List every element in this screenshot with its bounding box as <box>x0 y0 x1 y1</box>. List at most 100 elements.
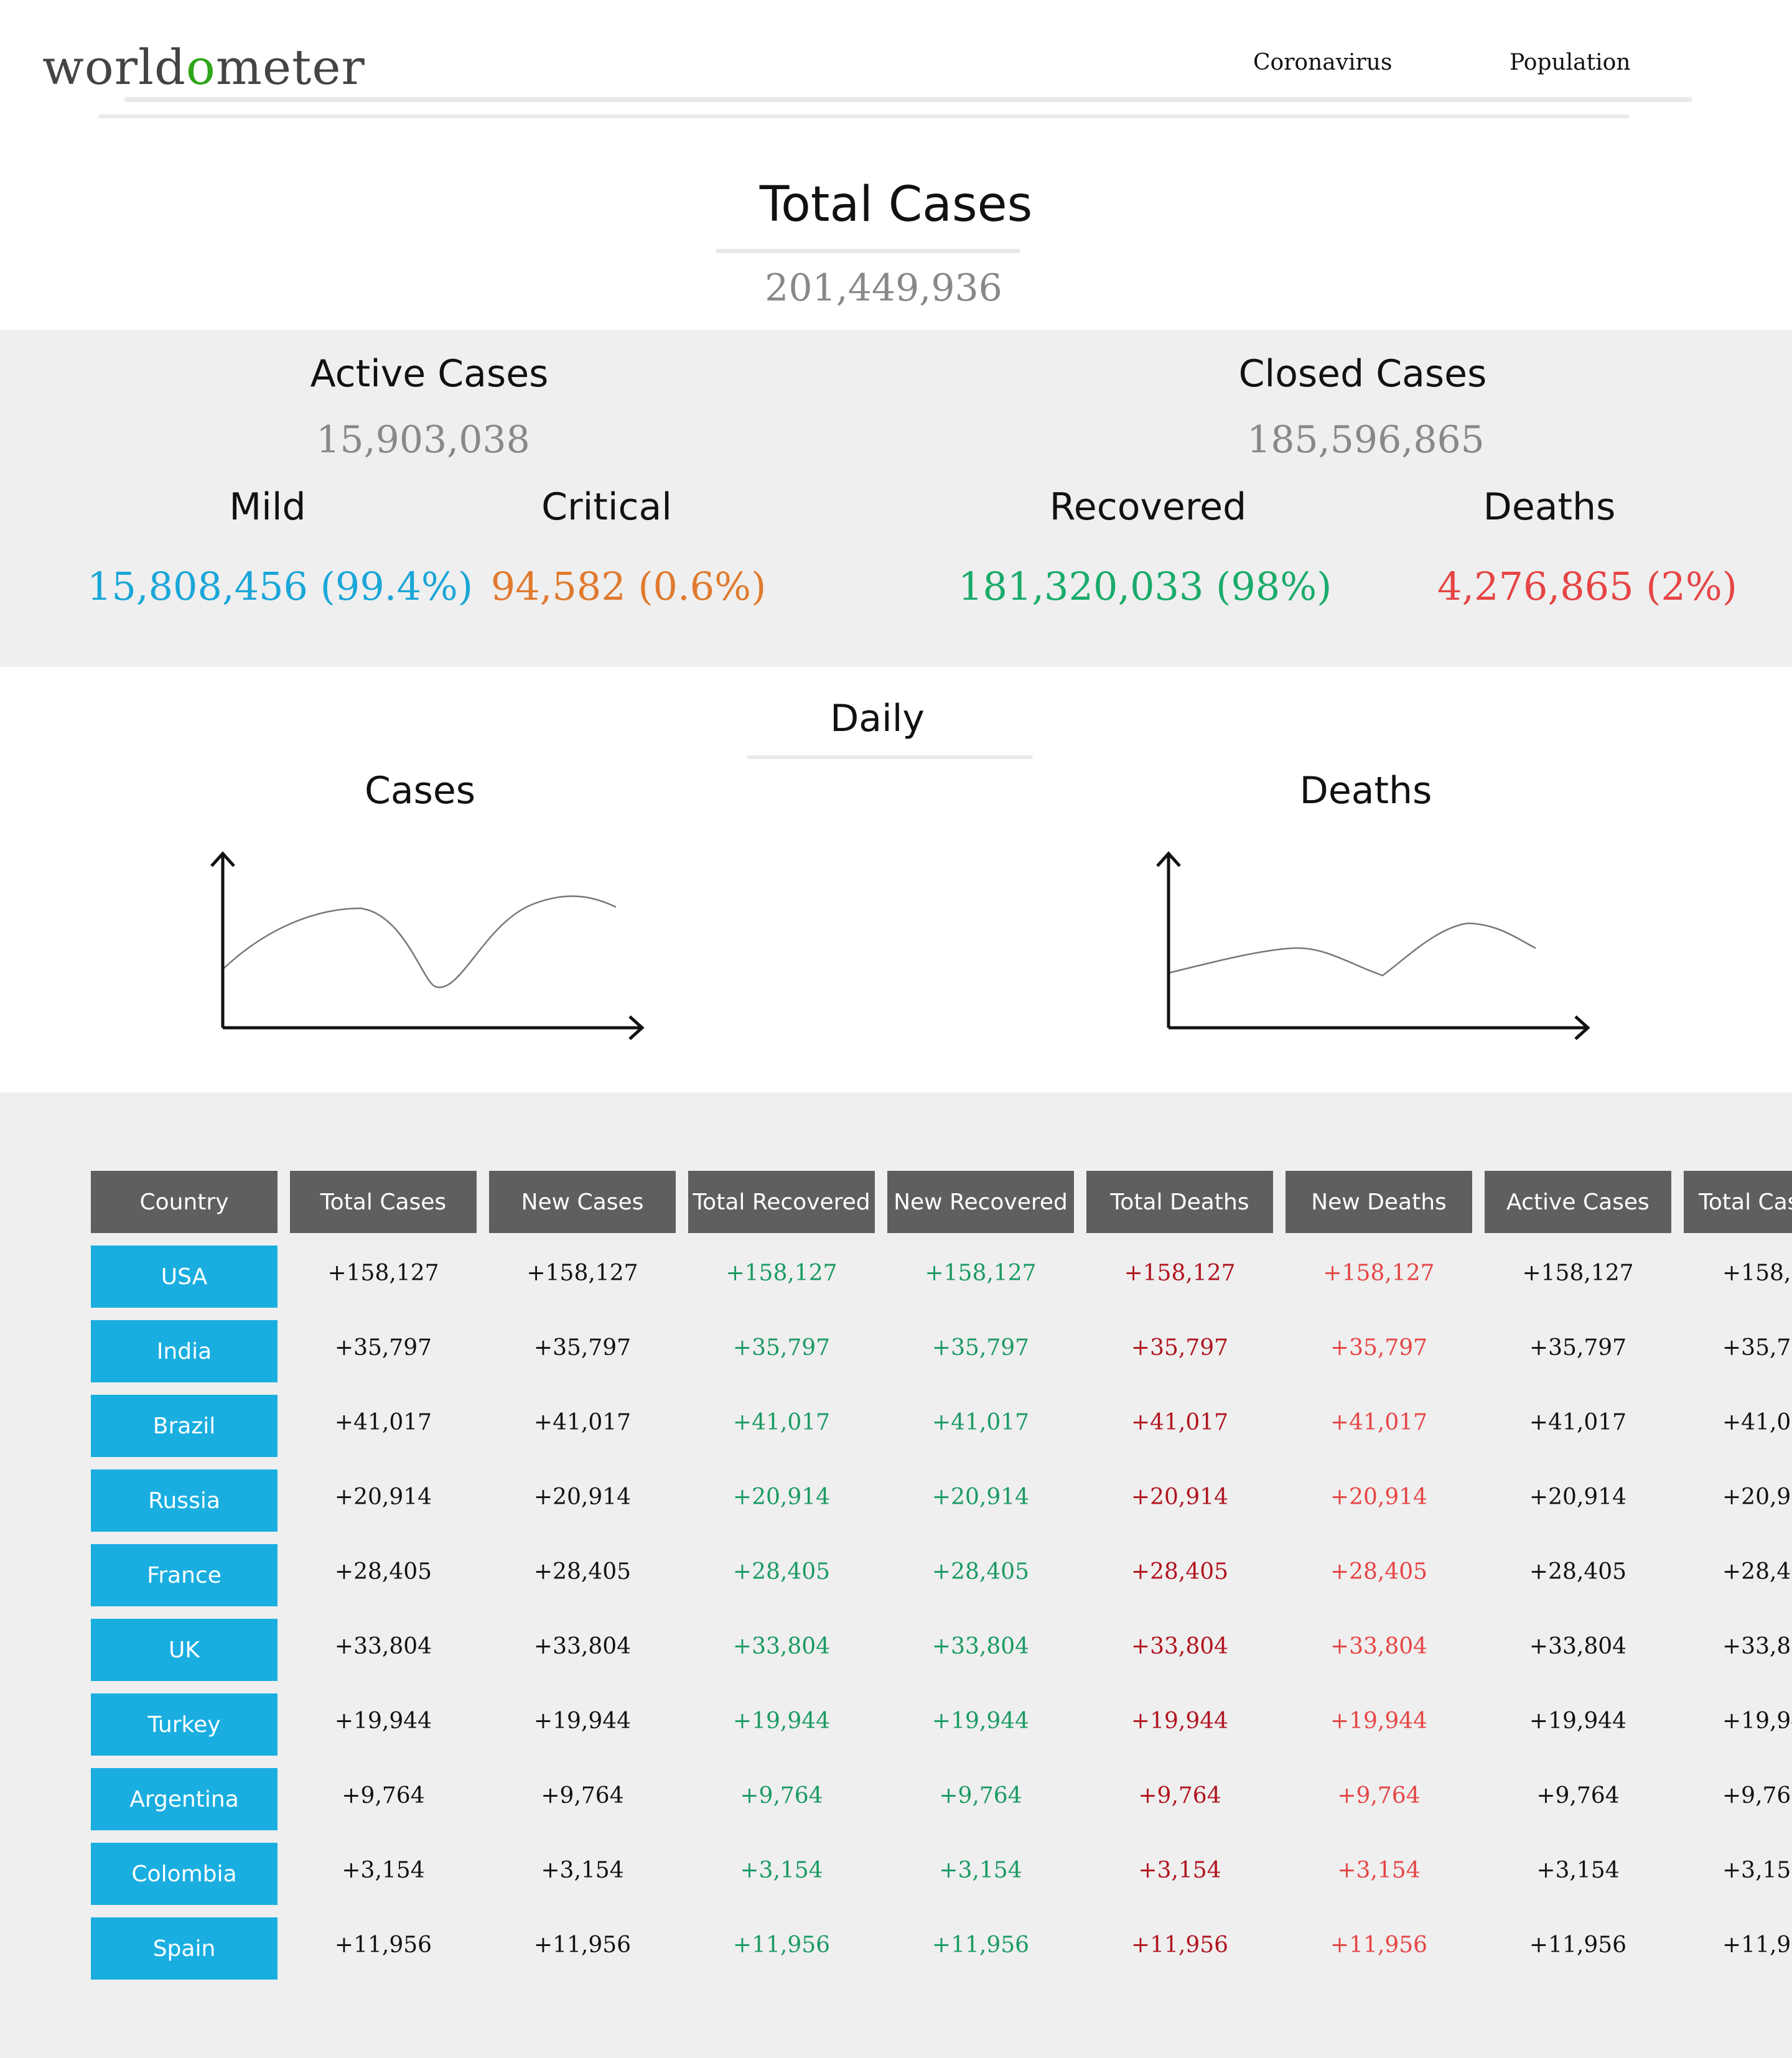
title-underline <box>716 249 1020 253</box>
table-cell: +41,017 <box>1529 1409 1627 1435</box>
table-cell: +20,914 <box>334 1484 432 1510</box>
table-cell: +35,797 <box>1131 1334 1229 1361</box>
table-cell: +11,95 <box>1722 1932 1792 1958</box>
column-header[interactable]: New Cases <box>489 1171 676 1233</box>
table-cell: +33,804 <box>732 1633 831 1659</box>
table-cell: +9,764 <box>1337 1782 1421 1809</box>
table-cell: +11,956 <box>931 1932 1030 1958</box>
table-cell: +158,127 <box>726 1260 838 1286</box>
country-link[interactable]: Argentina <box>91 1768 278 1830</box>
cases-curve <box>222 895 617 989</box>
country-link[interactable]: Turkey <box>91 1693 278 1756</box>
deaths-chart <box>1156 851 1590 1040</box>
table-cell: +11,956 <box>732 1932 831 1958</box>
table-cell: +9,764 <box>541 1782 624 1809</box>
table-cell: +33,804 <box>533 1633 632 1659</box>
table-cell: +19,94 <box>1722 1708 1792 1734</box>
table-cell: +20,914 <box>1131 1484 1229 1510</box>
table-cell: +20,914 <box>931 1484 1030 1510</box>
table-cell: +28,405 <box>1529 1558 1627 1585</box>
active-cases-title: Active Cases <box>310 352 549 396</box>
table-cell: +33,804 <box>334 1633 432 1659</box>
logo-suffix: meter <box>215 40 365 96</box>
daily-title: Daily <box>830 697 925 740</box>
logo-prefix: world <box>42 40 186 96</box>
table-cell: +41,017 <box>1330 1409 1428 1435</box>
table-cell: +41,01 <box>1722 1409 1792 1435</box>
recovered-value: 181,320,033 (98%) <box>958 564 1332 609</box>
active-cases-value: 15,903,038 <box>316 418 530 462</box>
table-cell: +3,154 <box>342 1857 425 1883</box>
table-cell: +19,944 <box>533 1708 632 1734</box>
country-link[interactable]: France <box>91 1544 278 1606</box>
table-cell: +9,764 <box>740 1782 823 1809</box>
worldometer-logo[interactable]: worldometer <box>42 40 365 96</box>
table-cell: +19,944 <box>1131 1708 1229 1734</box>
logo-o: o <box>185 40 216 96</box>
column-header[interactable]: New Deaths <box>1286 1171 1472 1233</box>
table-cell: +9,76 <box>1722 1782 1791 1809</box>
column-header[interactable]: Active Cases <box>1485 1171 1671 1233</box>
table-cell: +33,804 <box>931 1633 1030 1659</box>
table-cell: +28,405 <box>732 1558 831 1585</box>
table-cell: +28,405 <box>334 1558 432 1585</box>
cases-chart <box>210 851 645 1040</box>
table-cell: +3,15 <box>1722 1857 1791 1883</box>
column-header[interactable]: Total Deaths <box>1086 1171 1273 1233</box>
column-header[interactable]: Total Recovered <box>688 1171 875 1233</box>
table-cell: +33,804 <box>1529 1633 1627 1659</box>
table-cell: +28,405 <box>931 1558 1030 1585</box>
closed-cases-value: 185,596,865 <box>1247 418 1485 462</box>
country-link[interactable]: Spain <box>91 1917 278 1980</box>
country-link[interactable]: Russia <box>91 1469 278 1532</box>
daily-underline <box>747 755 1033 759</box>
table-cell: +35,797 <box>931 1334 1030 1361</box>
table-cell: +3,154 <box>1536 1857 1620 1883</box>
recovered-label: Recovered <box>1049 485 1247 529</box>
table-cell: +158,127 <box>1124 1260 1236 1286</box>
table-cell: +3,154 <box>939 1857 1022 1883</box>
table-cell: +158,127 <box>925 1260 1037 1286</box>
country-link[interactable]: India <box>91 1320 278 1382</box>
table-cell: +19,944 <box>1529 1708 1627 1734</box>
table-cell: +41,017 <box>732 1409 831 1435</box>
table-cell: +20,914 <box>732 1484 831 1510</box>
table-cell: +9,764 <box>1138 1782 1221 1809</box>
table-cell: +41,017 <box>931 1409 1030 1435</box>
table-cell: +19,944 <box>1330 1708 1428 1734</box>
country-link[interactable]: Brazil <box>91 1395 278 1457</box>
country-link[interactable]: Colombia <box>91 1843 278 1905</box>
table-cell: +158,127 <box>1522 1260 1634 1286</box>
header-divider-lower <box>98 114 1629 118</box>
table-cell: +3,154 <box>1337 1857 1421 1883</box>
nav-population[interactable]: Population <box>1510 50 1630 75</box>
table-cell: +11,956 <box>1131 1932 1229 1958</box>
table-cell: +20,914 <box>533 1484 632 1510</box>
table-cell: +19,944 <box>732 1708 831 1734</box>
table-cell: +19,944 <box>334 1708 432 1734</box>
table-cell: +33,804 <box>1131 1633 1229 1659</box>
deaths-x-axis <box>1169 1015 1590 1040</box>
table-cell: +20,914 <box>1529 1484 1627 1510</box>
table-cell: +35,797 <box>1330 1334 1428 1361</box>
table-cell: +33,804 <box>1330 1633 1428 1659</box>
column-header[interactable]: Total Cases <box>290 1171 477 1233</box>
country-link[interactable]: UK <box>91 1619 278 1681</box>
table-cell: +11,956 <box>334 1932 432 1958</box>
column-header[interactable]: Country <box>91 1171 278 1233</box>
table-cell: +41,017 <box>1131 1409 1229 1435</box>
deaths-curve <box>1168 922 1536 977</box>
closed-cases-title: Closed Cases <box>1238 352 1487 396</box>
cases-chart-title: Cases <box>364 769 476 812</box>
country-link[interactable]: USA <box>91 1246 278 1308</box>
table-cell: +28,405 <box>533 1558 632 1585</box>
table-cell: +9,764 <box>1536 1782 1620 1809</box>
column-header[interactable]: Total Cas <box>1684 1171 1792 1233</box>
table-cell: +20,91 <box>1722 1484 1792 1510</box>
column-header[interactable]: New Recovered <box>887 1171 1074 1233</box>
nav-coronavirus[interactable]: Coronavirus <box>1253 50 1392 75</box>
critical-label: Critical <box>541 485 672 529</box>
deaths-chart-title: Deaths <box>1299 769 1432 812</box>
table-cell: +158,127 <box>526 1260 638 1286</box>
table-cell: +28,405 <box>1131 1558 1229 1585</box>
